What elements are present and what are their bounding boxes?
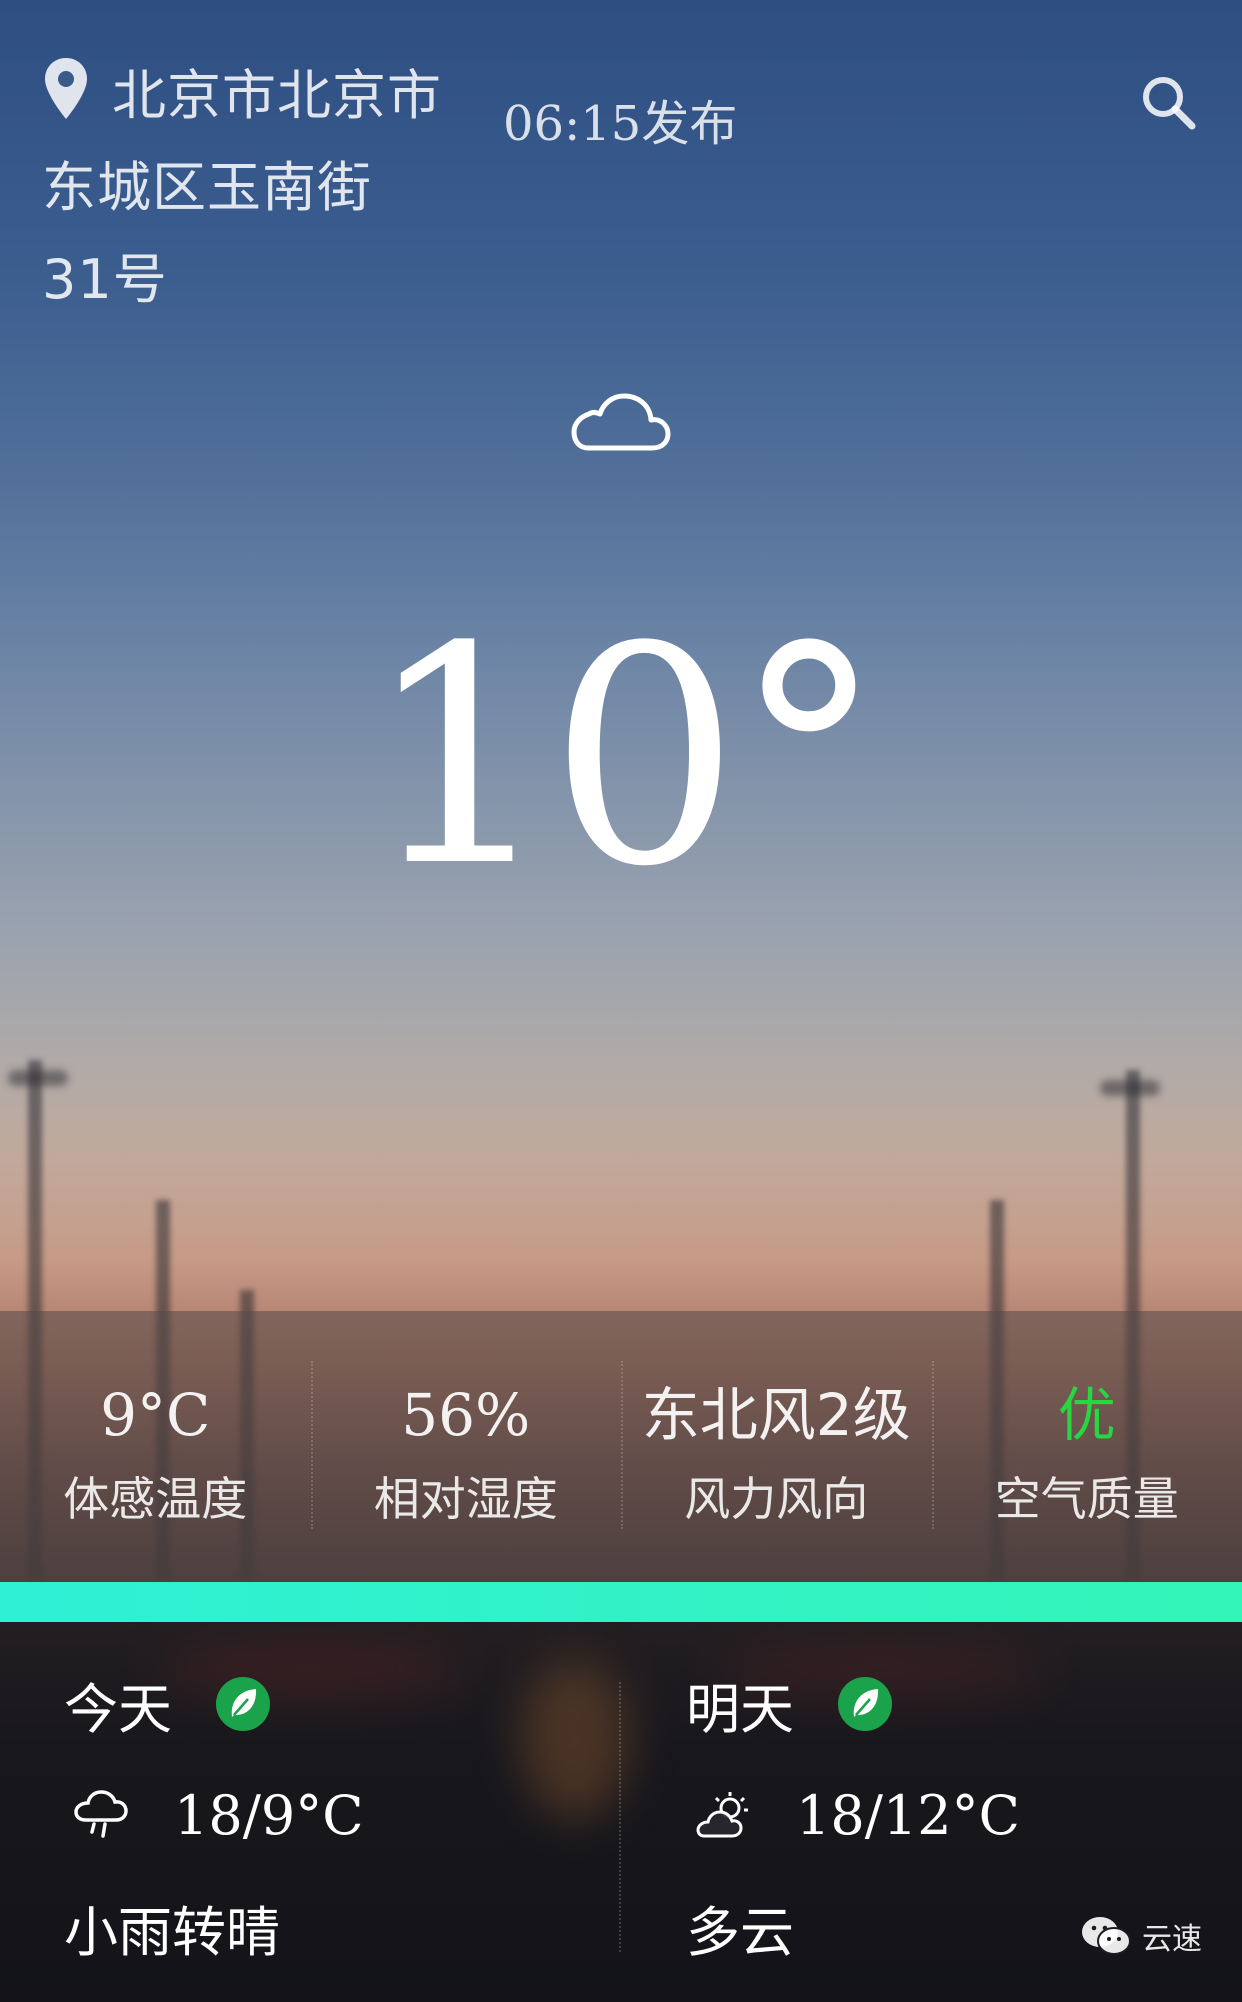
stat-wind: 东北风2级 风力风向 (621, 1311, 932, 1583)
accent-bar (0, 1582, 1242, 1622)
day-temperature: 18/9°C (174, 1783, 364, 1847)
partly-cloudy-icon (696, 1792, 748, 1838)
leaf-badge-icon (838, 1677, 892, 1731)
stat-value: 9°C (100, 1381, 211, 1449)
air-quality-value: 优 (1057, 1381, 1116, 1449)
stat-value: 56% (401, 1381, 531, 1449)
stat-feels-like: 9°C 体感温度 (0, 1311, 311, 1583)
stat-value: 东北风2级 (641, 1381, 911, 1449)
wechat-icon (1082, 1917, 1131, 1955)
day-name: 明天 (686, 1677, 794, 1741)
leaf-badge-icon (216, 1677, 270, 1731)
day-temperature: 18/12°C (796, 1783, 1020, 1847)
location-text: 北京市北京市东城区玉南街31号 (42, 64, 442, 311)
stat-air-quality[interactable]: 优 空气质量 (931, 1311, 1242, 1583)
search-icon[interactable] (1138, 72, 1198, 132)
forecast-panel: 今天 18/9°C 小雨转晴 明天 18/12°C 多云 (0, 1622, 1242, 2002)
stat-label: 风力风向 (684, 1472, 869, 1526)
watermark-text: 云速 (1142, 1922, 1202, 1957)
background-lamp-head (1100, 1080, 1160, 1096)
day-condition: 小雨转晴 (64, 1901, 280, 1964)
publish-time: 06:15发布 (503, 96, 738, 152)
watermark: 云速 (1080, 1914, 1202, 1958)
current-temperature: 10° (364, 583, 884, 932)
cloudy-icon (571, 393, 671, 451)
background-lamp-head (8, 1070, 68, 1086)
location-pin-icon (45, 58, 87, 119)
light-rain-icon (74, 1790, 128, 1838)
stats-panel: 9°C 体感温度 56% 相对湿度 东北风2级 风力风向 优 空气质量 (0, 1311, 1242, 1583)
stat-humidity: 56% 相对湿度 (310, 1311, 622, 1583)
stat-label: 相对湿度 (373, 1472, 558, 1526)
forecast-today[interactable]: 今天 18/9°C 小雨转晴 (0, 1622, 620, 2002)
day-name: 今天 (64, 1677, 172, 1741)
location-block[interactable]: 北京市北京市东城区玉南街31号 (42, 50, 442, 326)
stat-label: 体感温度 (63, 1472, 248, 1526)
stat-label: 空气质量 (994, 1472, 1179, 1526)
